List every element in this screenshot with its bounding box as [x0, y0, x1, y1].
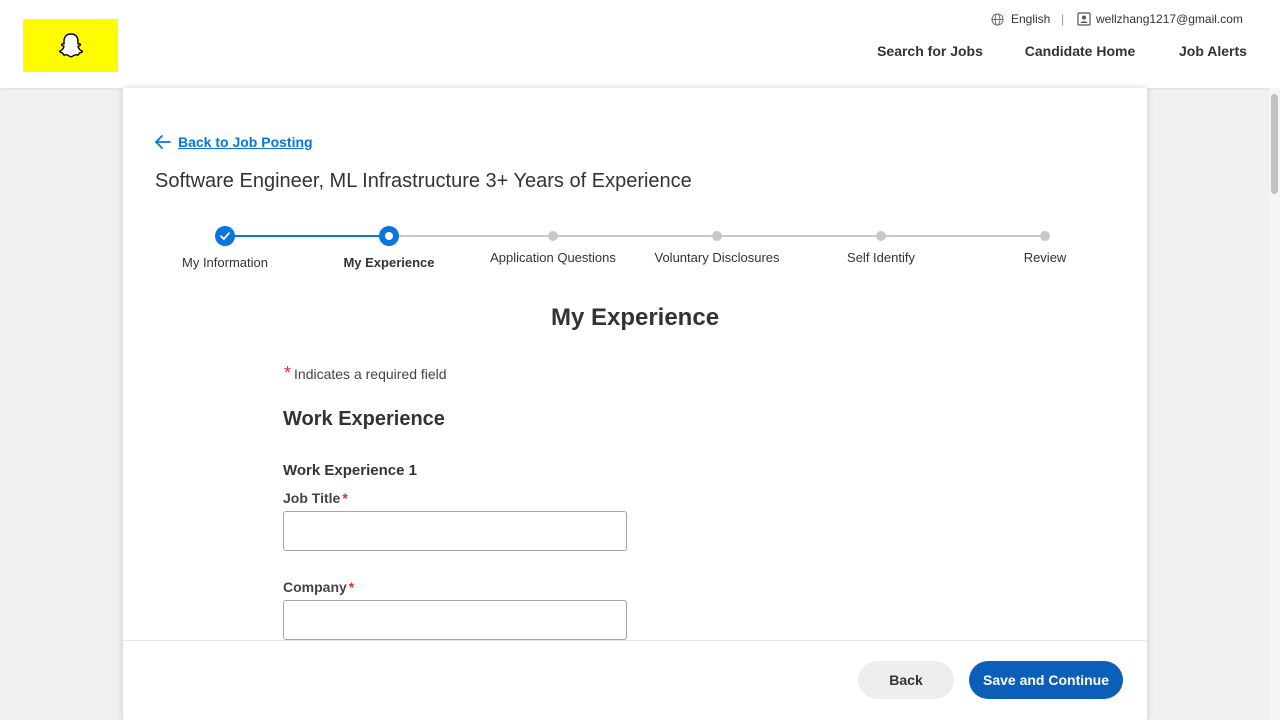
step-dot [876, 231, 886, 241]
company-label: Company * [283, 579, 354, 595]
back-to-job-posting-link[interactable]: Back to Job Posting [178, 134, 313, 150]
step-review: Review [965, 226, 1125, 265]
snapchat-ghost-icon [58, 32, 83, 57]
back-button[interactable]: Back [858, 661, 954, 699]
required-asterisk: * [348, 579, 355, 595]
step-label: Review [1023, 250, 1067, 265]
candidate-home-link[interactable]: Candidate Home [1023, 40, 1137, 62]
work-experience-heading: Work Experience [283, 408, 445, 430]
save-and-continue-button[interactable]: Save and Continue [969, 661, 1123, 699]
required-asterisk: * [284, 363, 292, 383]
scrollbar-thumb[interactable] [1271, 94, 1278, 194]
step-label: Application Questions [490, 250, 616, 265]
checkmark-icon [215, 226, 235, 246]
user-email-menu[interactable]: wellzhang1217@gmail.com [1096, 11, 1243, 27]
step-dot [1040, 231, 1050, 241]
step-label: Self Identify [847, 250, 915, 265]
step-label: My Experience [343, 255, 435, 270]
step-voluntary-disclosures: Voluntary Disclosures [637, 226, 797, 265]
back-to-job-posting[interactable]: Back to Job Posting [155, 134, 313, 150]
language-selector[interactable]: English [1011, 11, 1050, 27]
company-label-text: Company [283, 579, 347, 595]
job-title-label: Job Title * [283, 490, 348, 506]
required-field-note: * Indicates a required field [284, 363, 447, 384]
header-separator: | [1061, 12, 1065, 26]
job-title-label-text: Job Title [283, 490, 341, 506]
page-scrollbar[interactable] [1269, 88, 1280, 720]
snapchat-logo[interactable] [23, 19, 118, 72]
required-note-text: Indicates a required field [294, 366, 447, 382]
step-label: My Information [182, 255, 268, 270]
step-dot [712, 231, 722, 241]
step-dot [548, 231, 558, 241]
arrow-left-icon[interactable] [155, 134, 171, 150]
form-footer: Back Save and Continue [123, 640, 1147, 720]
progress-tracker: My Information My Experience Application… [123, 226, 1147, 276]
search-for-jobs-link[interactable]: Search for Jobs [876, 40, 984, 62]
work-experience-1-heading: Work Experience 1 [283, 462, 417, 479]
section-title: My Experience [550, 304, 720, 331]
job-title-input[interactable] [283, 511, 627, 551]
site-header: English | wellzhang1217@gmail.com Search… [0, 0, 1280, 88]
globe-icon[interactable] [989, 11, 1005, 27]
user-icon[interactable] [1076, 11, 1092, 27]
step-label: Voluntary Disclosures [654, 250, 780, 265]
step-my-experience: My Experience [309, 226, 469, 270]
application-card: Back to Job Posting Software Engineer, M… [123, 88, 1147, 720]
current-step-indicator [379, 226, 399, 246]
required-asterisk: * [342, 490, 348, 506]
job-title-heading: Software Engineer, ML Infrastructure 3+ … [155, 170, 692, 192]
step-application-questions: Application Questions [473, 226, 633, 265]
job-alerts-link[interactable]: Job Alerts [1176, 40, 1250, 62]
step-my-information: My Information [145, 226, 305, 270]
step-self-identify: Self Identify [801, 226, 961, 265]
company-input[interactable] [283, 600, 627, 640]
